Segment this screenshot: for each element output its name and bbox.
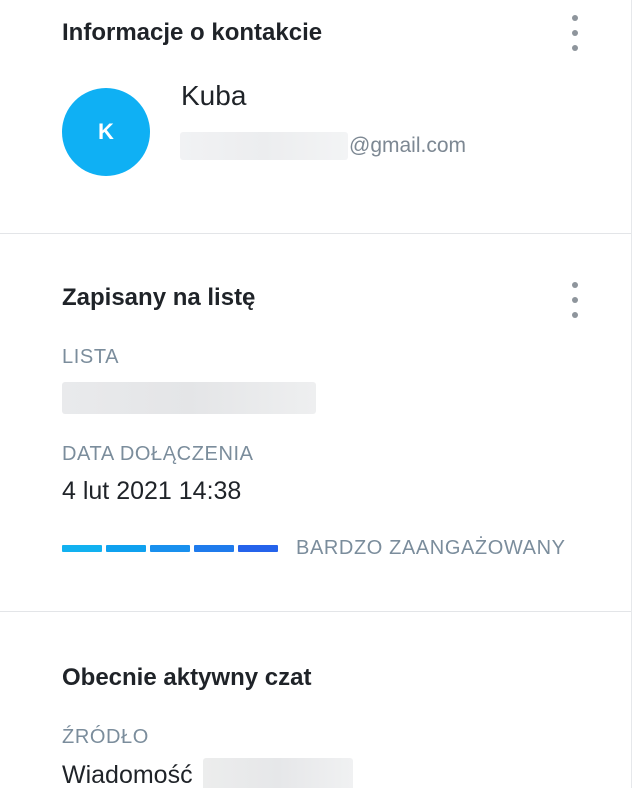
- list-name-redacted-blur: [62, 382, 316, 414]
- subscription-title: Zapisany na listę: [62, 284, 256, 311]
- contact-name: Kuba: [181, 80, 247, 111]
- contact-info-title: Informacje o kontakcie: [62, 19, 323, 46]
- engagement-segment-4: [194, 545, 234, 552]
- email-domain: @gmail.com: [349, 134, 467, 157]
- source-redacted-blur: [202, 758, 353, 788]
- avatar: K: [62, 88, 150, 176]
- engagement-segment-5: [238, 545, 278, 552]
- engagement-segment-3: [150, 545, 190, 552]
- active-chat-section: Obecnie aktywny czat ŹRÓDŁO Wiadomość: [0, 612, 631, 788]
- engagement-segment-1: [62, 545, 102, 552]
- contact-email: @gmail.com: [180, 131, 466, 161]
- contact-info-menu-icon[interactable]: [566, 15, 584, 51]
- source-value-row: Wiadomość: [62, 758, 353, 788]
- joined-date-value: 4 lut 2021 14:38: [62, 477, 242, 505]
- source-value: Wiadomość: [62, 760, 193, 788]
- avatar-initial: K: [98, 119, 114, 144]
- email-redacted-blur: [180, 132, 348, 160]
- subscription-menu-icon[interactable]: [566, 282, 584, 318]
- joined-date-label: DATA DOŁĄCZENIA: [62, 443, 254, 465]
- engagement-meter: BARDZO ZAANGAŻOWANY: [62, 537, 566, 560]
- active-chat-title: Obecnie aktywny czat: [62, 664, 312, 691]
- source-label: ŹRÓDŁO: [62, 726, 149, 748]
- contact-info-section: Informacje o kontakcie K Kuba @gmail.com: [0, 0, 631, 234]
- contact-details-panel: Informacje o kontakcie K Kuba @gmail.com…: [0, 0, 632, 788]
- subscription-section: Zapisany na listę LISTA DATA DOŁĄCZENIA …: [0, 234, 631, 612]
- engagement-label: BARDZO ZAANGAŻOWANY: [296, 537, 566, 559]
- list-label: LISTA: [62, 346, 120, 368]
- engagement-segment-2: [106, 545, 146, 552]
